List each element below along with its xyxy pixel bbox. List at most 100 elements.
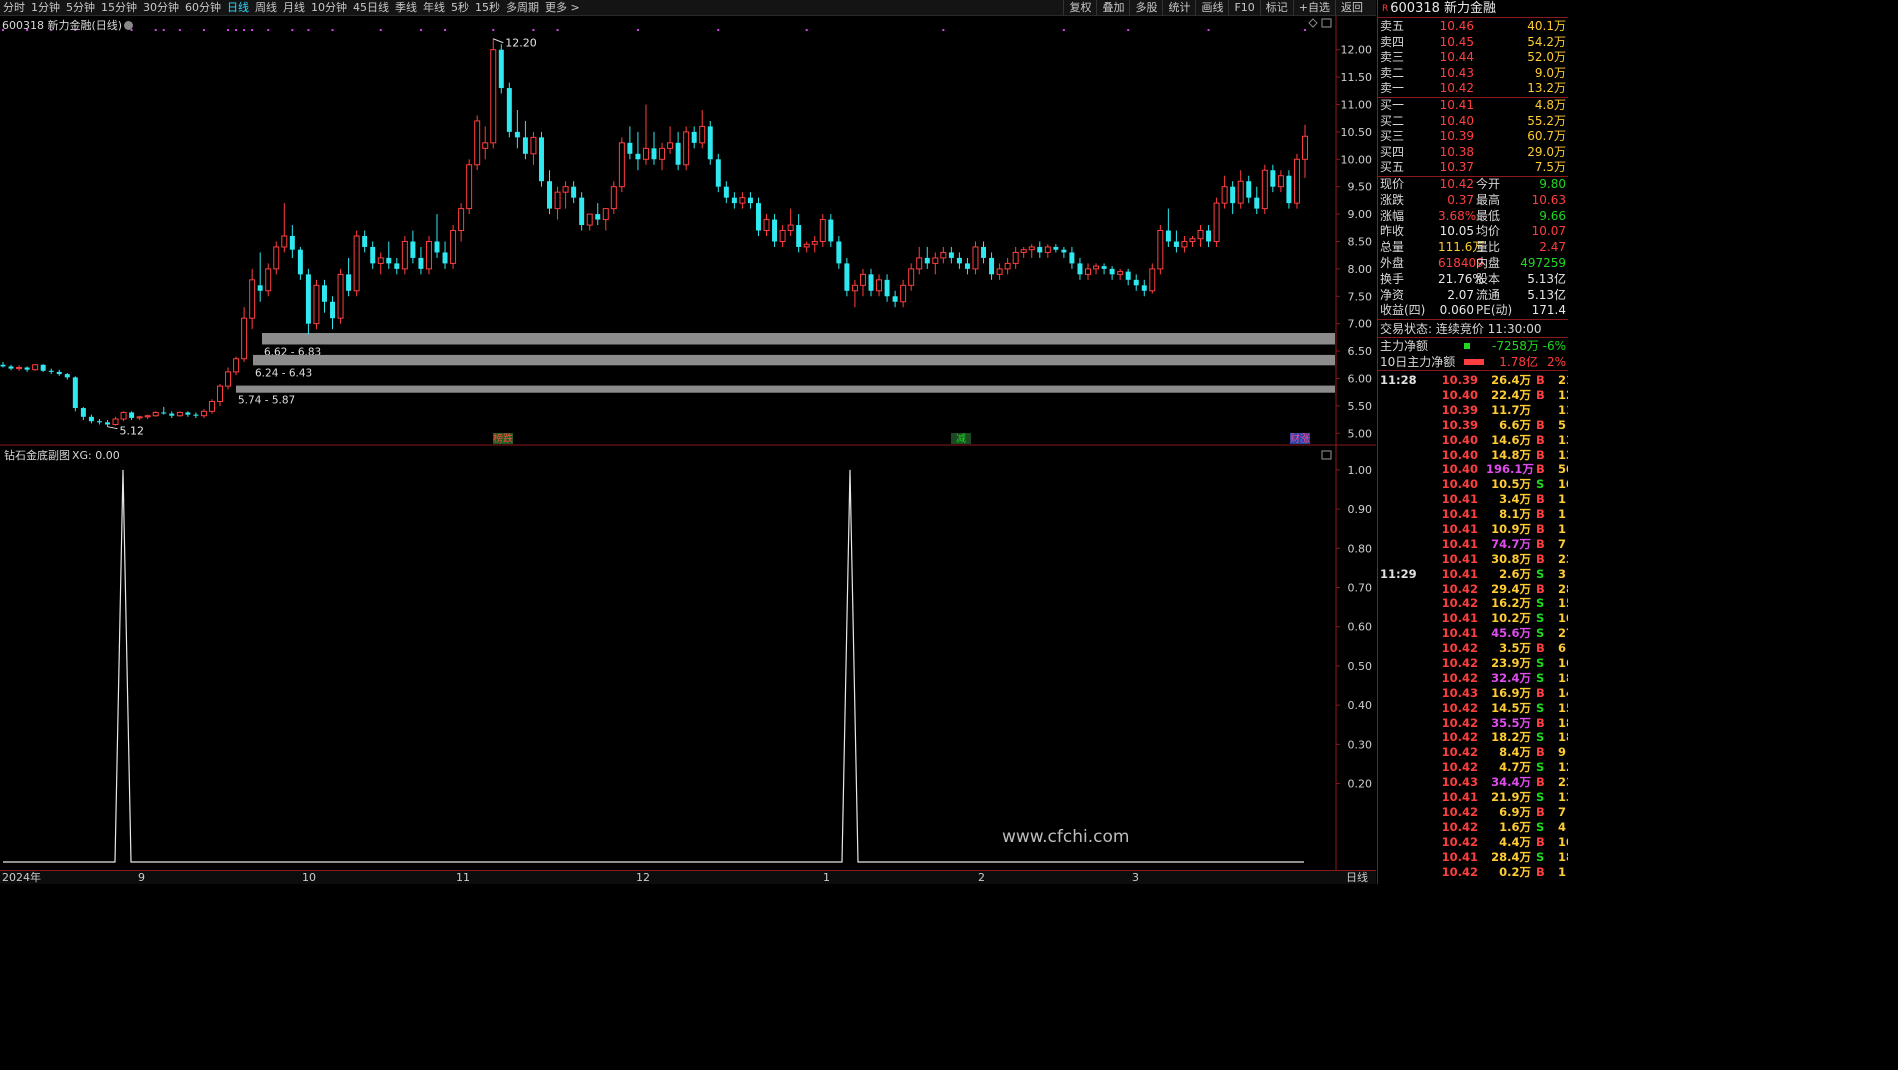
y-tick-label: 0.30 [1348,738,1373,751]
tool-button[interactable]: 多股 [1129,0,1162,16]
maximize-icon[interactable] [1321,18,1332,28]
settings-icon[interactable] [124,21,134,30]
candle [1293,153,1300,209]
tick-side: B [1536,522,1545,537]
maximize-icon[interactable] [1321,450,1332,460]
period-tab[interactable]: 15秒 [472,0,503,16]
candle [1277,170,1284,193]
tick-list[interactable]: 11:28 10.39 26.4万 B 21 10.40 22.4万 B 12 10.39 11.7… [1378,370,1568,879]
tick-count: 12 [1558,388,1568,402]
tick-count: 1 [1558,507,1567,522]
candle [796,214,802,253]
signal-dot [267,29,270,31]
order-book-row[interactable]: 卖五 10.46 40.1万 [1378,19,1568,35]
candle [851,279,858,308]
tick-row: 10.39 6.6万 B 5 [1378,418,1568,433]
tick-price: 10.42 [1441,641,1478,656]
tool-button[interactable]: 返回 [1335,0,1368,16]
order-book-row[interactable]: 卖一 10.42 13.2万 [1378,81,1568,97]
period-tab[interactable]: 5分钟 [63,0,98,16]
candle [442,241,448,269]
indicator-chart[interactable]: 0.20 0.30 0.40 0.50 0.60 0.70 0.80 0.90 1.00 [0,446,1376,870]
tick-row: 10.42 0.2万 B 1 [1378,865,1568,880]
order-book-row[interactable]: 买五 10.37 7.5万 [1378,160,1568,176]
tick-price: 10.42 [1441,581,1478,596]
period-tab[interactable]: 周线 [252,0,280,16]
period-tab[interactable]: 1分钟 [28,0,63,16]
candle [233,356,240,376]
y-tick-label: 8.50 [1348,235,1373,248]
tick-volume: 16.2万 [1491,596,1531,611]
tool-button[interactable]: 复权 [1063,0,1096,16]
tool-button[interactable]: 统计 [1162,0,1195,16]
candlestick-chart[interactable]: 5.00 5.50 6.00 6.50 7.00 7.50 8.00 8.50 9.00 9.50… [0,16,1376,446]
tool-button[interactable]: F10 [1228,0,1259,16]
order-book-row[interactable]: 卖二 10.43 9.0万 [1378,66,1568,82]
tick-side: B [1536,492,1545,507]
level-label: 买一 [1380,97,1405,112]
candle [474,115,481,171]
candle [811,236,818,253]
signal-dot [636,29,639,31]
period-tab[interactable]: 年线 [420,0,448,16]
diamond-icon[interactable] [1308,18,1318,28]
period-label[interactable]: 日线 [1346,871,1368,884]
order-book-row[interactable]: 买一 10.41 4.8万 [1378,98,1568,114]
tick-side: B [1536,507,1545,522]
price-zone [262,332,1335,345]
period-tab[interactable]: 日线 [224,0,252,16]
signal-dot [162,29,165,31]
event-tag[interactable]: 榜跌 [493,432,513,445]
tick-count: 7 [1558,536,1567,551]
tick-side: B [1536,864,1545,879]
period-tab[interactable]: 45日线 [350,0,392,16]
stat-row: 收益(四) 0.060 PE(动) 171.4 [1378,303,1568,319]
candle [257,252,263,302]
candle [723,181,729,204]
event-tag[interactable]: 财涨 [1290,432,1310,445]
level-label: 买四 [1380,144,1405,159]
candle [819,214,826,247]
stat-value: 618409 [1438,255,1484,270]
event-tag[interactable]: 减 [956,433,966,445]
order-book-row[interactable]: 买二 10.40 55.2万 [1378,114,1568,130]
level-volume: 7.5万 [1534,160,1566,175]
tool-button[interactable]: 叠加 [1096,0,1129,16]
quote-header: R 600318 新力金融 [1378,0,1568,18]
period-tab[interactable]: 10分钟 [308,0,350,16]
signal-dot [379,29,382,31]
period-tab[interactable]: 更多 > [542,0,583,16]
period-tab[interactable]: 多周期 [503,0,542,16]
period-tab[interactable]: 分时 [0,0,28,16]
x-tick-label: 2024年 [2,871,41,884]
order-book-row[interactable]: 买四 10.38 29.0万 [1378,145,1568,161]
tick-side: S [1536,566,1545,581]
period-tab[interactable]: 月线 [280,0,308,16]
order-book-row[interactable]: 卖四 10.45 54.2万 [1378,35,1568,51]
stat-value: 0.060 [1439,303,1474,318]
tick-price: 10.42 [1441,715,1478,730]
stat-row: 昨收 10.05 均价 10.07 [1378,224,1568,240]
candle [1286,170,1292,209]
tick-row: 10.43 34.4万 B 23 [1378,775,1568,790]
period-tab[interactable]: 5秒 [448,0,472,16]
tick-row: 10.41 8.1万 B 1 [1378,507,1568,522]
period-tab[interactable]: 季线 [392,0,420,16]
candle [305,268,311,335]
max-price-label: 12.20 [505,37,537,50]
period-tab[interactable]: 30分钟 [140,0,182,16]
order-book-row[interactable]: 买三 10.39 60.7万 [1378,129,1568,145]
order-book-row[interactable]: 卖三 10.44 52.0万 [1378,50,1568,66]
tick-side: S [1536,477,1545,492]
tick-volume: 8.1万 [1499,507,1531,522]
flow-row[interactable]: 主力净额 -7258万 -6% [1378,338,1568,354]
tool-button[interactable]: 画线 [1195,0,1228,16]
tick-price: 10.42 [1441,700,1478,715]
tool-button[interactable]: +自选 [1292,0,1335,16]
period-tab[interactable]: 15分钟 [98,0,140,16]
candle [161,406,167,415]
tool-button[interactable]: 标记 [1259,0,1293,16]
period-tab[interactable]: 60分钟 [182,0,224,16]
level-price: 10.41 [1439,97,1474,112]
flow-row[interactable]: 10日主力净额 1.78亿 2% [1378,354,1568,370]
